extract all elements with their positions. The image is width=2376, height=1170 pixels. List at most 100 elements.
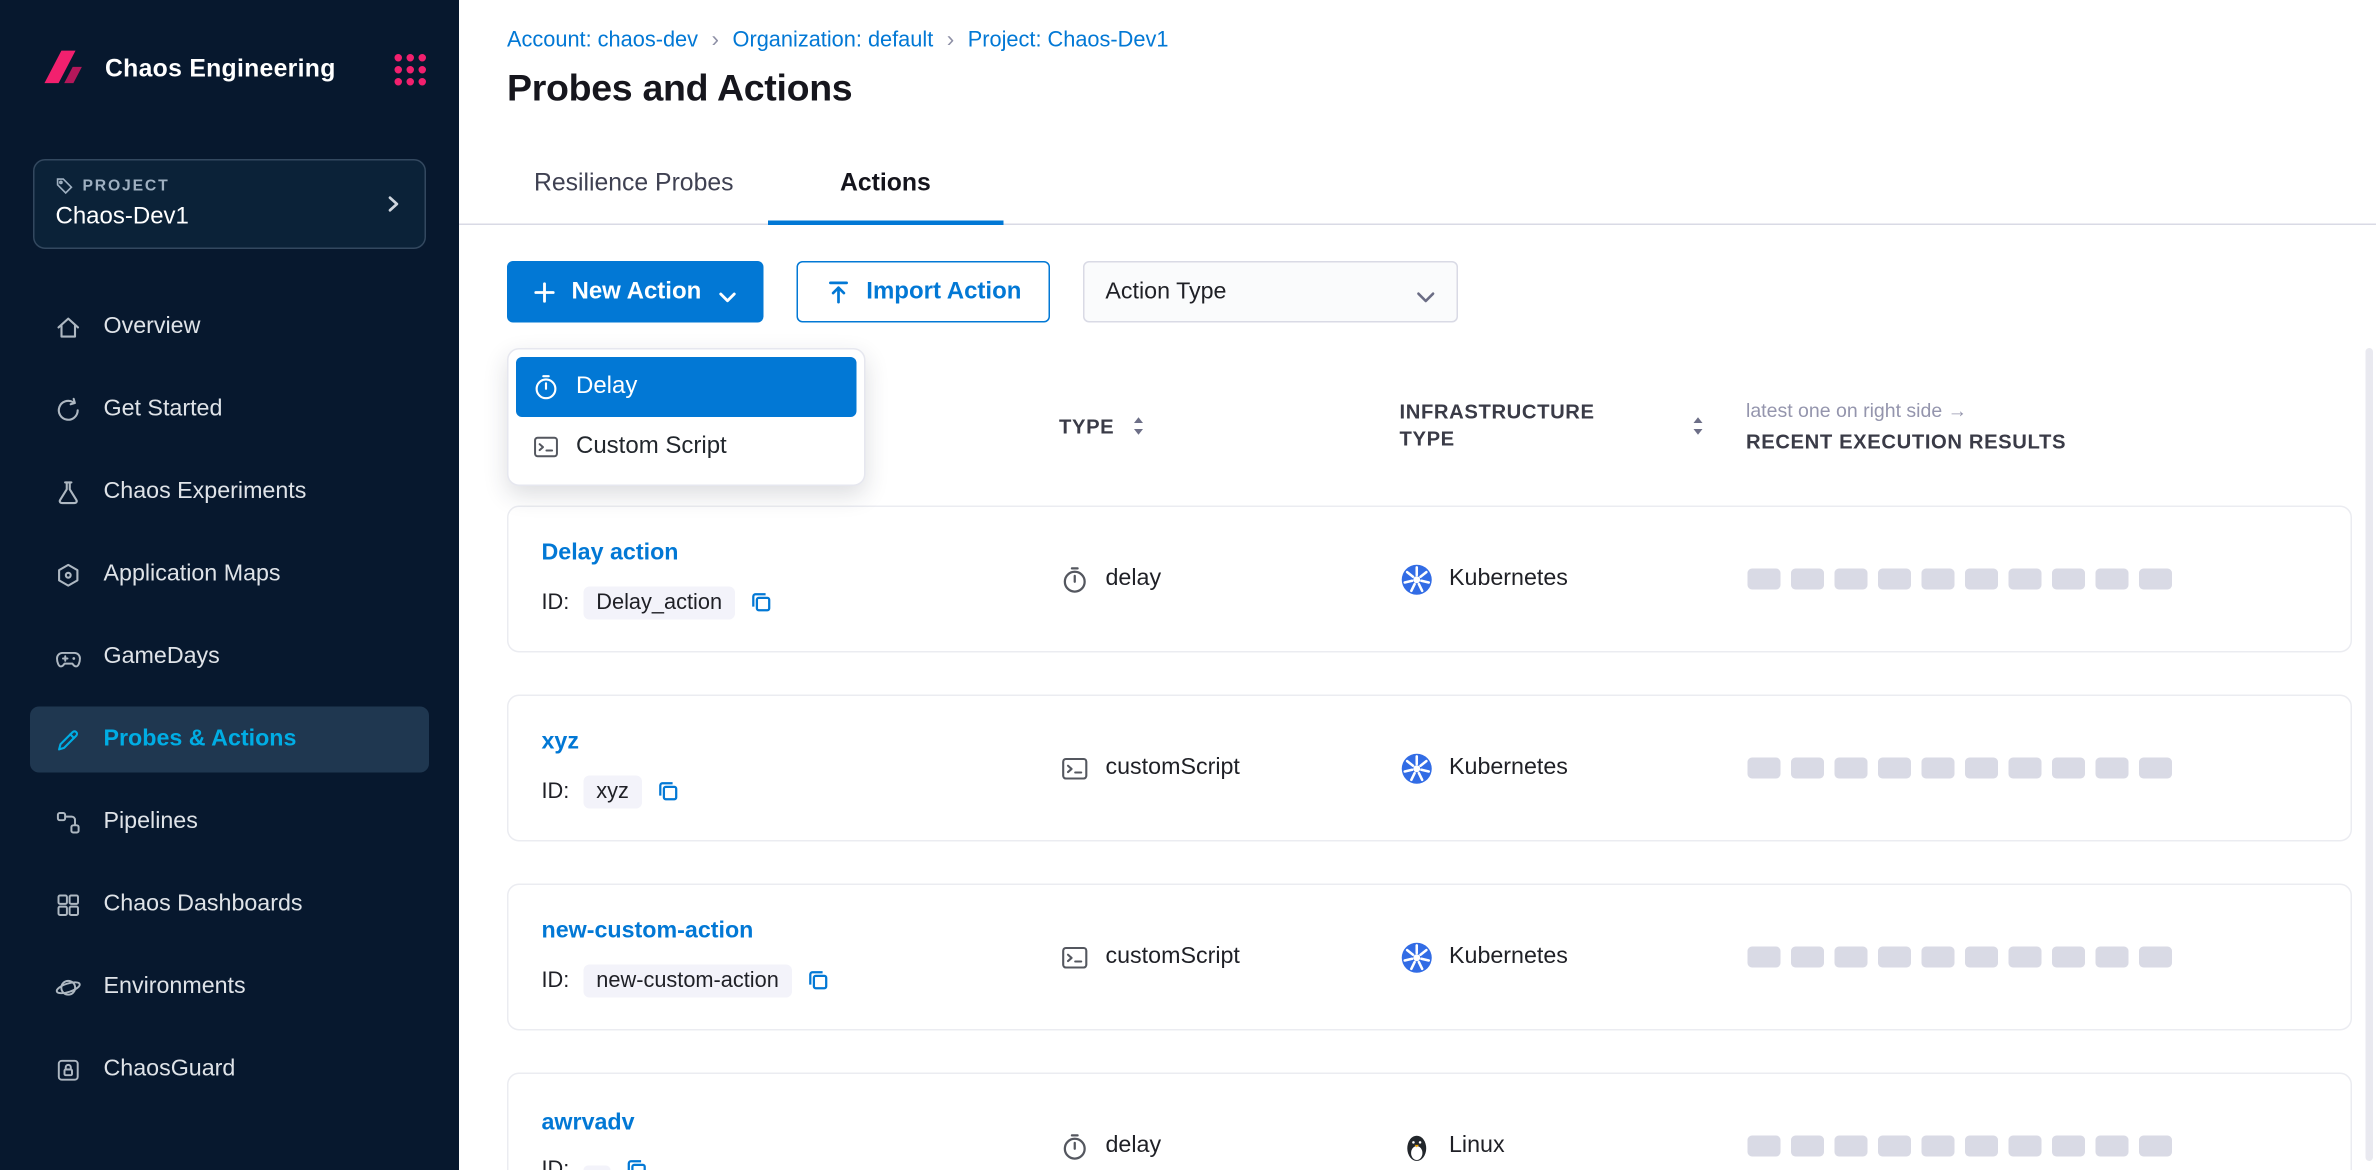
execution-result-pill — [1835, 758, 1868, 779]
toolbar: New Action Import Action Action Type — [507, 261, 2376, 323]
action-name-link[interactable]: xyz — [542, 728, 1061, 755]
lock-shield-icon — [54, 1055, 83, 1084]
action-name-link[interactable]: Delay action — [542, 539, 1061, 566]
import-action-label: Import Action — [866, 278, 1021, 305]
action-name-link[interactable]: awrvadv — [542, 1110, 1061, 1137]
execution-result-pill — [1878, 1136, 1911, 1157]
sidebar-item-environments[interactable]: Environments — [30, 954, 429, 1020]
project-label-row: PROJECT — [56, 177, 383, 195]
sidebar-item-chaos-experiments[interactable]: Chaos Experiments — [30, 459, 429, 525]
name-cell: awrvadv ID: — [542, 1110, 1061, 1170]
copy-icon[interactable] — [623, 1157, 649, 1170]
copy-icon[interactable] — [749, 590, 775, 616]
execution-result-pill — [2096, 758, 2129, 779]
import-action-button[interactable]: Import Action — [796, 261, 1050, 323]
name-cell: new-custom-action ID: new-custom-action — [542, 917, 1061, 997]
execution-result-pill — [1835, 1136, 1868, 1157]
execution-result-pill — [1965, 758, 1998, 779]
breadcrumb-organization-link[interactable]: Organization: default — [733, 28, 934, 52]
execution-result-pill — [1791, 947, 1824, 968]
menu-item-delay[interactable]: Delay — [516, 357, 857, 417]
breadcrumb-account-link[interactable]: Account: chaos-dev — [507, 28, 698, 52]
execution-result-pill — [1791, 569, 1824, 590]
sidebar-item-chaos-dashboards[interactable]: Chaos Dashboards — [30, 872, 429, 938]
stopwatch-icon — [533, 374, 560, 401]
sidebar-item-application-maps[interactable]: Application Maps — [30, 542, 429, 608]
breadcrumb-project-link[interactable]: Project: Chaos-Dev1 — [968, 28, 1169, 52]
sidebar-item-chaosguard[interactable]: ChaosGuard — [30, 1037, 429, 1103]
name-cell: xyz ID: xyz — [542, 728, 1061, 808]
execution-result-pill — [2139, 1136, 2172, 1157]
kubernetes-icon — [1401, 563, 1433, 595]
sidebar-item-pipelines[interactable]: Pipelines — [30, 789, 429, 855]
execution-result-pill — [1922, 1136, 1955, 1157]
terminal-icon — [1061, 943, 1090, 972]
project-name: Chaos-Dev1 — [56, 204, 383, 231]
execution-result-pill — [1791, 758, 1824, 779]
action-type-value: customScript — [1106, 944, 1240, 971]
chaos-engineering-logo-icon — [33, 45, 87, 93]
infrastructure-cell: Kubernetes — [1401, 563, 1748, 595]
table-header-results: latest one on right side → RECENT EXECUT… — [1746, 399, 2319, 453]
main-content: Account: chaos-dev › Organization: defau… — [459, 0, 2376, 1170]
action-type-select[interactable]: Action Type — [1083, 261, 1458, 323]
action-type-value: delay — [1106, 566, 1162, 593]
action-name-link[interactable]: new-custom-action — [542, 917, 1061, 944]
sidebar-item-label: Overview — [104, 314, 201, 341]
plus-icon — [534, 281, 555, 302]
recent-execution-results — [1748, 569, 2318, 590]
copy-icon[interactable] — [656, 779, 682, 805]
type-cell: delay — [1061, 565, 1402, 594]
sidebar-nav: Overview Get Started Chaos Experiments A… — [0, 294, 459, 1119]
sidebar-item-gamedays[interactable]: GameDays — [30, 624, 429, 690]
execution-result-pill — [1748, 947, 1781, 968]
page-title: Probes and Actions — [507, 68, 2376, 112]
copy-icon[interactable] — [806, 968, 832, 994]
sidebar-item-overview[interactable]: Overview — [30, 294, 429, 360]
execution-result-pill — [2009, 1136, 2042, 1157]
table-row: xyz ID: xyz customScript Kubernetes — [507, 695, 2352, 842]
module-grid-icon[interactable] — [395, 53, 427, 85]
project-label: PROJECT — [83, 177, 170, 195]
project-selector[interactable]: PROJECT Chaos-Dev1 — [33, 159, 426, 249]
execution-result-pill — [1748, 569, 1781, 590]
sidebar-item-label: Get Started — [104, 396, 223, 423]
recent-execution-results — [1748, 758, 2318, 779]
action-id-line: ID: — [542, 1157, 1061, 1170]
hexagon-node-icon — [54, 560, 83, 589]
action-type-value: customScript — [1106, 755, 1240, 782]
sort-icon[interactable] — [1689, 414, 1707, 438]
execution-result-pill — [1922, 569, 1955, 590]
tab-bar: Resilience Probes Actions — [459, 147, 2376, 225]
new-action-dropdown-menu: Delay Custom Script — [507, 348, 866, 486]
pipeline-flow-icon — [54, 808, 83, 837]
table-header-infrastructure: INFRASTRUCTURE TYPE — [1400, 399, 1747, 454]
project-info: PROJECT Chaos-Dev1 — [56, 177, 383, 231]
id-label: ID: — [542, 779, 570, 803]
new-action-button[interactable]: New Action — [507, 261, 763, 323]
execution-result-pill — [2096, 947, 2129, 968]
tab-actions[interactable]: Actions — [768, 147, 1003, 225]
menu-item-custom-script[interactable]: Custom Script — [516, 417, 857, 477]
tab-resilience-probes[interactable]: Resilience Probes — [516, 147, 751, 225]
sidebar-item-label: Pipelines — [104, 809, 198, 836]
execution-result-pill — [1835, 569, 1868, 590]
sidebar-item-get-started[interactable]: Get Started — [30, 377, 429, 443]
type-cell: customScript — [1061, 754, 1402, 783]
execution-result-pill — [1965, 569, 1998, 590]
sidebar-item-label: Chaos Experiments — [104, 479, 307, 506]
execution-result-pill — [2052, 569, 2085, 590]
execution-result-pill — [1835, 947, 1868, 968]
recent-execution-results — [1748, 1136, 2318, 1157]
execution-result-pill — [2096, 569, 2129, 590]
infrastructure-value: Kubernetes — [1449, 755, 1568, 782]
table-row: Delay action ID: Delay_action delay Kube… — [507, 506, 2352, 653]
tag-icon — [56, 177, 74, 195]
sort-icon[interactable] — [1129, 414, 1147, 438]
sidebar-item-label: Chaos Dashboards — [104, 891, 303, 918]
actions-table: Delay action ID: Delay_action delay Kube… — [507, 506, 2352, 1170]
sidebar-item-probes-actions[interactable]: Probes & Actions — [30, 707, 429, 773]
brand-row: Chaos Engineering — [0, 0, 459, 138]
menu-item-label: Delay — [576, 374, 637, 401]
vertical-scrollbar[interactable] — [2366, 348, 2374, 1161]
